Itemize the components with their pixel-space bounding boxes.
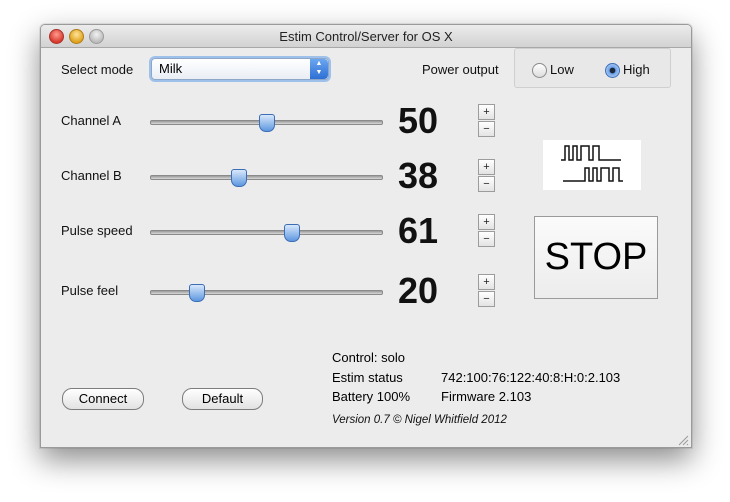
resize-grip-icon[interactable]: [677, 433, 689, 446]
estim-status-value: 742:100:76:122:40:8:H:0:2.103: [441, 370, 621, 385]
pulse-feel-plus-button[interactable]: +: [478, 274, 495, 290]
title-bar[interactable]: Estim Control/Server for OS X: [41, 25, 691, 48]
channel-a-minus-button[interactable]: −: [478, 121, 495, 137]
pulse-speed-slider[interactable]: [150, 230, 383, 235]
default-button[interactable]: Default: [182, 388, 263, 410]
pulse-feel-slider-thumb[interactable]: [189, 284, 206, 302]
channel-b-slider-thumb[interactable]: [230, 169, 247, 187]
window-title: Estim Control/Server for OS X: [279, 29, 453, 44]
pulse-speed-slider-thumb[interactable]: [283, 224, 300, 242]
pulse-feel-minus-button[interactable]: −: [478, 291, 495, 307]
channel-b-stepper[interactable]: + −: [478, 159, 495, 193]
mode-select[interactable]: Milk ▲ ▼: [151, 58, 329, 80]
pulse-feel-stepper[interactable]: + −: [478, 274, 495, 308]
pulse-feel-label: Pulse feel: [61, 283, 119, 298]
version-text: Version 0.7 © Nigel Whitfield 2012: [332, 414, 507, 426]
power-high-label[interactable]: High: [623, 62, 650, 77]
stop-button[interactable]: STOP: [534, 216, 658, 299]
channel-b-label: Channel B: [61, 168, 122, 183]
pulse-speed-plus-button[interactable]: +: [478, 214, 495, 230]
channel-b-value: 38: [398, 155, 439, 196]
pulse-speed-value: 61: [398, 210, 439, 251]
control-status: Control: solo: [332, 350, 405, 365]
connect-button[interactable]: Connect: [62, 388, 144, 410]
select-mode-label: Select mode: [61, 62, 134, 77]
channel-b-minus-button[interactable]: −: [478, 176, 495, 192]
power-output-label: Power output: [422, 62, 499, 77]
channel-a-label: Channel A: [61, 113, 121, 128]
firmware-status: Firmware 2.103: [441, 389, 532, 404]
power-output-group: Low High: [514, 48, 671, 88]
pulse-speed-stepper[interactable]: + −: [478, 214, 495, 248]
app-window: Estim Control/Server for OS X Select mod…: [40, 24, 692, 448]
pulse-feel-value: 20: [398, 270, 439, 311]
updown-arrows-icon: ▲ ▼: [310, 59, 328, 79]
pulse-waveform-icon: [543, 140, 641, 190]
power-low-label[interactable]: Low: [550, 62, 574, 77]
power-low-radio[interactable]: [532, 63, 547, 78]
mode-select-value: Milk: [159, 61, 183, 76]
channel-a-plus-button[interactable]: +: [478, 104, 495, 120]
pulse-feel-slider[interactable]: [150, 290, 383, 295]
channel-b-slider[interactable]: [150, 175, 383, 180]
channel-a-slider-thumb[interactable]: [258, 114, 275, 132]
channel-a-stepper[interactable]: + −: [478, 104, 495, 138]
battery-status: Battery 100%: [332, 389, 411, 404]
estim-status-label: Estim status: [332, 370, 403, 385]
channel-b-plus-button[interactable]: +: [478, 159, 495, 175]
pulse-speed-label: Pulse speed: [61, 223, 133, 238]
channel-a-value: 50: [398, 100, 439, 141]
pulse-speed-minus-button[interactable]: −: [478, 231, 495, 247]
power-high-radio[interactable]: [605, 63, 620, 78]
